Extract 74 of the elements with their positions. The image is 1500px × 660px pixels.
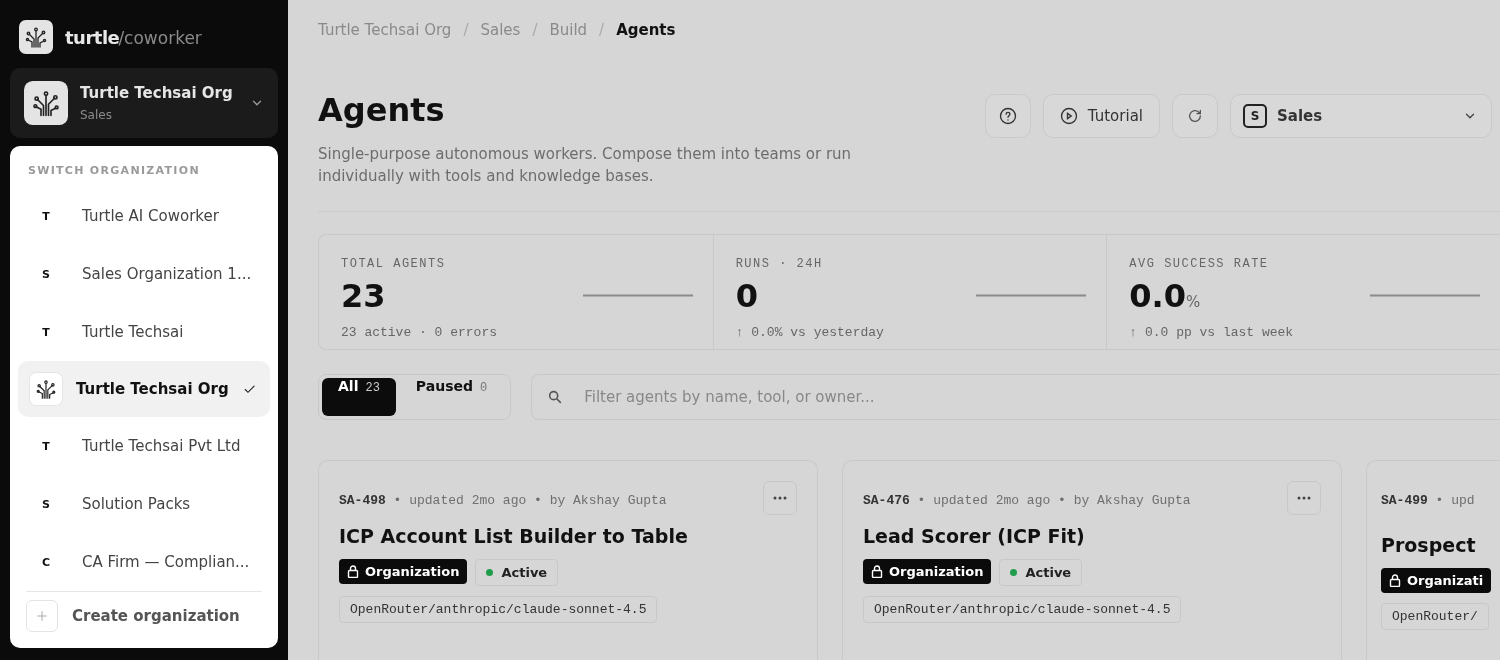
status-dot [1010,569,1018,576]
status-dot [486,569,494,576]
organization-initial: T [41,325,51,339]
circuit-logo-icon [24,25,48,49]
agent-card[interactable]: SA-498 • updated 2mo ago • by Akshay Gupta ICP Account List Builder to Table Organization Active OpenRouter/anthropic/claude-sonnet-4.5 [318,460,818,660]
agent-card[interactable]: SA-476 • updated 2mo ago • by Akshay Gupta Lead Scorer (ICP Fit) Organization Active OpenRouter/anthropic/claude-sonnet-4.5 [842,460,1342,660]
organization-switcher[interactable]: Turtle Techsai Org Sales [10,68,278,138]
refresh-icon [1187,107,1203,124]
tutorial-button[interactable]: Tutorial [1042,93,1160,138]
organization-menu-item[interactable]: S Solution Packs [18,475,270,533]
organization-initial: T [41,209,51,223]
refresh-button[interactable] [1172,93,1218,138]
stat-change: ↑ 0.0 pp vs last week [1129,324,1294,340]
workspace-select[interactable]: S Sales [1230,93,1492,138]
model-tag: OpenRouter/anthropic/claude-sonnet-4.5 [863,596,1182,623]
status-badge: Active [999,559,1083,586]
filter-tab[interactable]: Paused 0 [399,378,508,416]
more-button[interactable] [763,481,797,515]
help-icon [998,106,1017,125]
breadcrumb-separator: / [599,21,605,40]
stat-change: ↑ 0.0% vs yesterday [735,324,884,340]
lock-icon [871,565,883,578]
agent-title: Prospect [1381,534,1476,556]
breadcrumb-link[interactable]: Agents [616,21,676,40]
agent-title: Lead Scorer (ICP Fit) [863,525,1085,547]
search-icon [547,389,564,405]
brand-name: turtle [65,26,120,48]
organization-initial: S [41,267,51,281]
organization-menu-item[interactable]: T Turtle Techsai [18,303,270,361]
visibility-badge: Organization [339,559,468,584]
organization-menu-item[interactable]: T Turtle AI Coworker [18,187,270,245]
plus-icon [35,609,49,623]
breadcrumb-separator: / [463,21,469,40]
circuit-logo-icon [35,378,57,400]
help-button[interactable] [984,93,1031,138]
play-icon [1059,106,1078,125]
stat-value: 0.0% [1129,276,1201,315]
agent-title: ICP Account List Builder to Table [339,525,688,547]
model-tag: OpenRouter/anthropic/claude-sonnet-4.5 [339,596,658,623]
stat-value: 23 [341,276,386,315]
more-icon [1297,496,1311,500]
breadcrumb-separator: / [532,21,538,40]
status-badge: Active [475,559,559,586]
create-organization-button[interactable]: Create organization [18,592,270,640]
organization-menu-item[interactable]: T Turtle Techsai Pvt Ltd [18,417,270,475]
agent-card[interactable]: SA-499 • upd Prospect Organizati OpenRouter/ [1366,460,1500,660]
organization-menu-item[interactable]: Turtle Techsai Org [18,361,270,417]
organization-menu-item[interactable]: C CA Firm — Complian... [18,533,270,591]
page-description: Single-purpose autonomous workers. Compose them into teams or run individually with tools and knowledge bases. [318,143,853,187]
model-tag: OpenRouter/ [1381,603,1489,630]
organization-menu-item[interactable]: S Sales Organization 1... [18,245,270,303]
organization-initial: C [40,555,52,569]
stat-label: RUNS · 24H [735,256,823,271]
filter-tab[interactable]: All 23 [322,378,396,416]
organization-initial: T [41,439,51,453]
agent-meta: SA-499 • upd [1381,493,1475,508]
lock-icon [347,565,359,578]
menu-heading: SWITCH ORGANIZATION [27,164,201,177]
stat-label: TOTAL AGENTS [341,256,446,271]
circuit-logo-icon [31,88,61,118]
stat-change: 23 active · 0 errors [341,324,498,340]
page-title: Agents [318,90,446,129]
brand-suffix: /coworker [118,27,202,48]
organization-initial: S [41,497,51,511]
lock-icon [1389,574,1401,587]
visibility-badge: Organizati [1381,568,1492,593]
stat-label: AVG SUCCESS RATE [1129,256,1269,271]
agent-meta: SA-498 • updated 2mo ago • by Akshay Gupta [339,493,667,508]
more-button[interactable] [1287,481,1321,515]
more-icon [773,496,787,500]
visibility-badge: Organization [863,559,992,584]
search-field[interactable]: Filter agents by name, tool, or owner... [531,374,1500,420]
agent-meta: SA-476 • updated 2mo ago • by Akshay Gupta [863,493,1191,508]
stat-value: 0 [735,276,758,315]
